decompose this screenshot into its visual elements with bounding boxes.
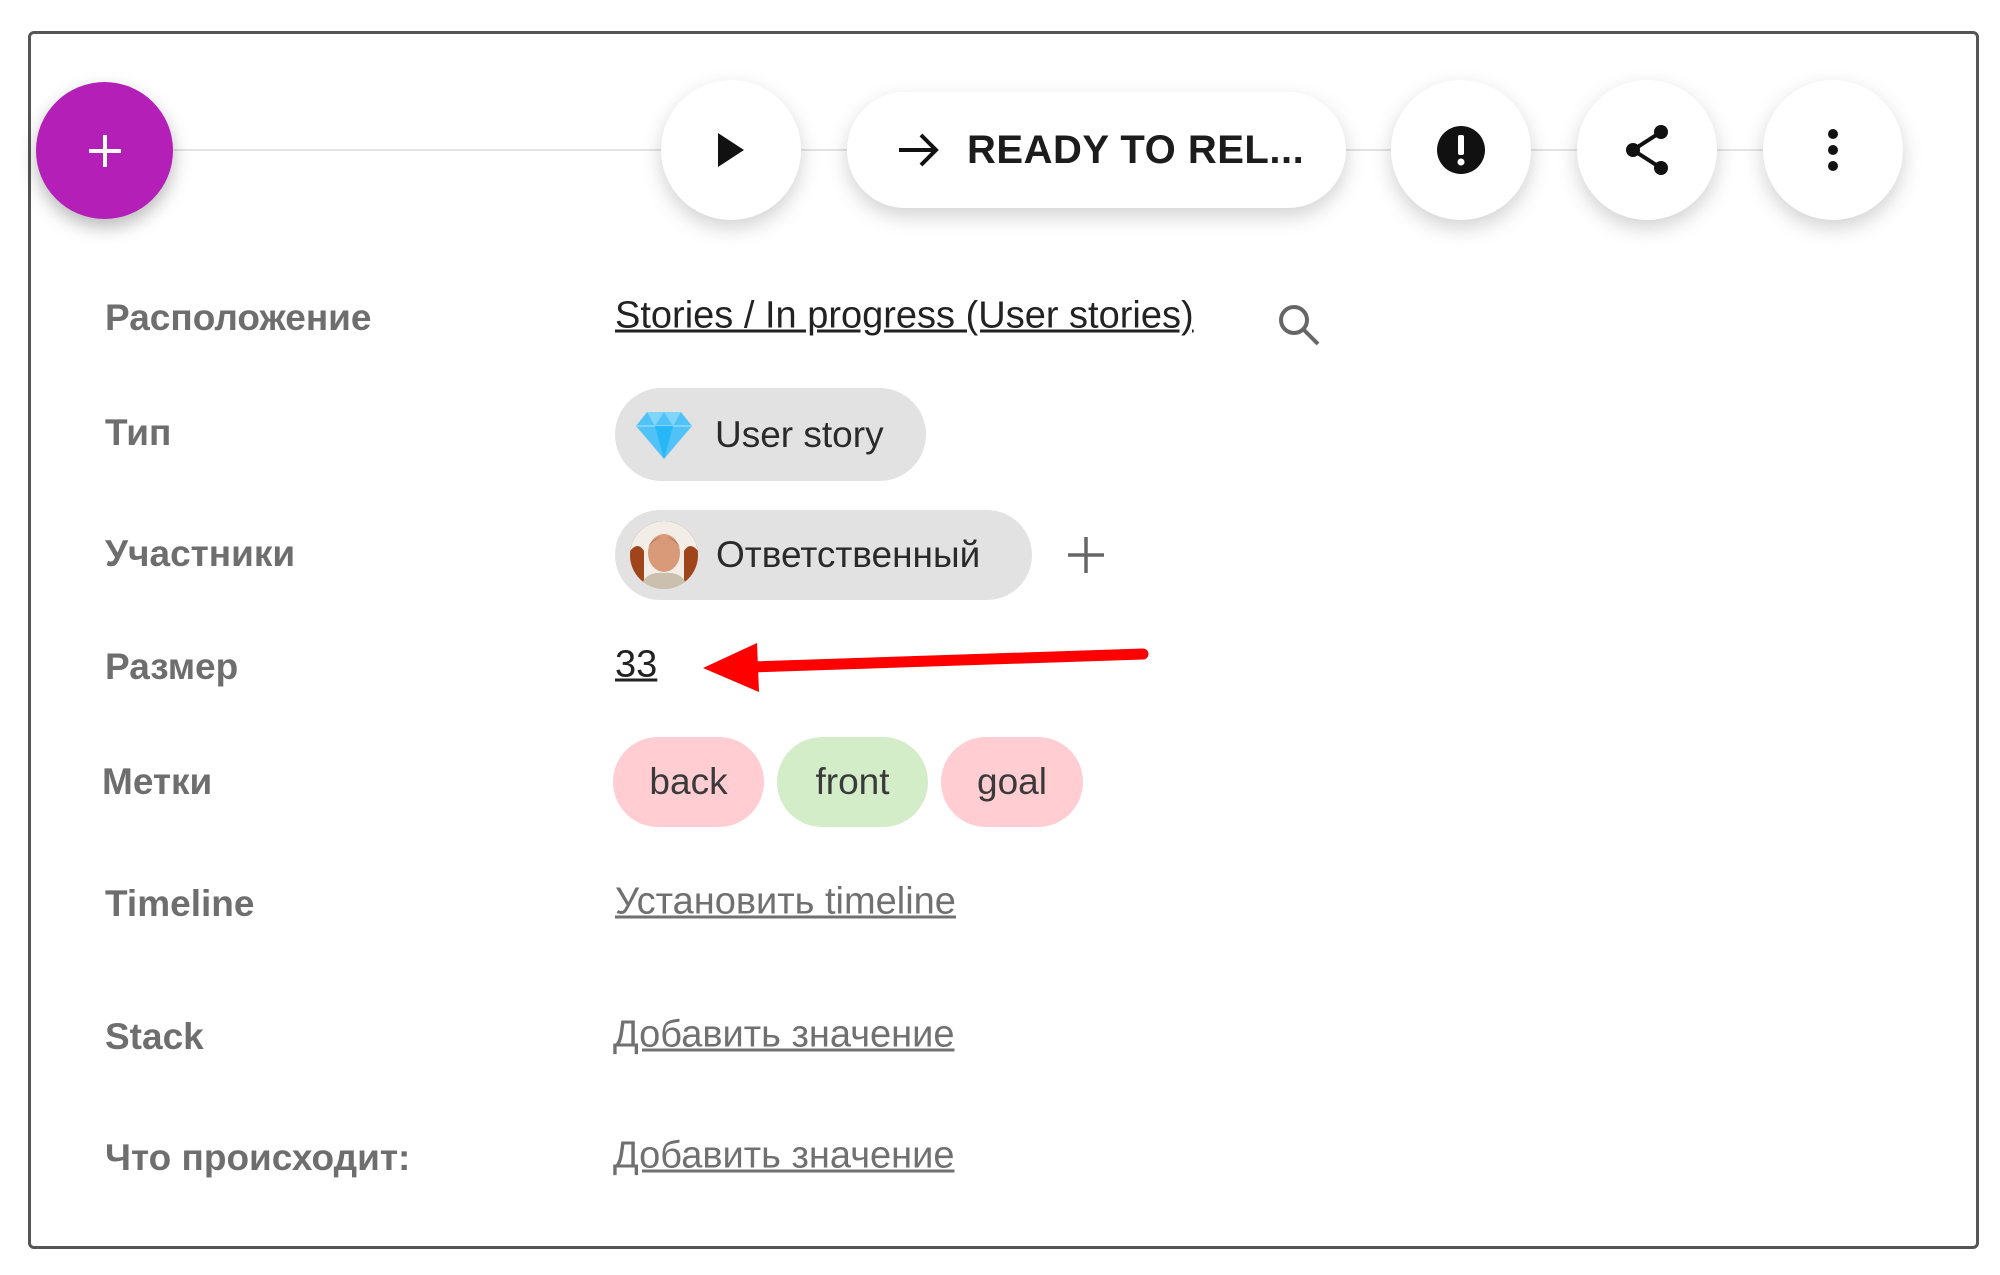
size-value[interactable]: 33 (615, 644, 657, 687)
stack-add-value-link[interactable]: Добавить значение (613, 1014, 954, 1057)
search-icon[interactable] (1276, 302, 1322, 348)
set-timeline-link[interactable]: Установить timeline (615, 881, 956, 924)
assignee-chip[interactable]: Ответственный (615, 510, 1032, 600)
red-annotation-arrow (703, 643, 1149, 692)
arrow-right-icon (897, 130, 941, 170)
type-label: Тип (105, 412, 172, 453)
status-label: READY TO REL... (967, 127, 1305, 172)
share-icon (1623, 124, 1671, 176)
members-label: Участники (105, 533, 296, 574)
tag-goal[interactable]: goal (941, 737, 1083, 827)
avatar (630, 521, 698, 589)
tag-back[interactable]: back (613, 737, 764, 827)
alert-button[interactable] (1391, 80, 1531, 220)
play-button[interactable] (661, 80, 801, 220)
happening-add-value-link[interactable]: Добавить значение (613, 1135, 954, 1178)
location-label: Расположение (105, 297, 372, 338)
add-button[interactable] (36, 82, 173, 219)
tag-front[interactable]: front (777, 737, 928, 827)
gem-icon (635, 410, 693, 460)
exclamation-circle-icon (1436, 125, 1486, 175)
type-value: User story (715, 413, 884, 455)
status-button[interactable]: READY TO REL... (847, 92, 1346, 208)
happening-label: Что происходит: (105, 1137, 411, 1178)
stack-label: Stack (105, 1016, 204, 1057)
timeline-label: Timeline (105, 883, 255, 924)
type-chip[interactable]: User story (615, 388, 926, 481)
add-member-button[interactable] (1066, 535, 1106, 575)
size-label: Размер (105, 646, 239, 687)
assignee-name: Ответственный (716, 534, 981, 575)
plus-icon (85, 131, 125, 171)
more-button[interactable] (1763, 80, 1903, 220)
share-button[interactable] (1577, 80, 1717, 220)
location-link[interactable]: Stories / In progress (User stories) (615, 295, 1194, 338)
more-vertical-icon (1826, 128, 1840, 172)
tags-label: Метки (102, 761, 213, 802)
play-icon (714, 131, 748, 169)
